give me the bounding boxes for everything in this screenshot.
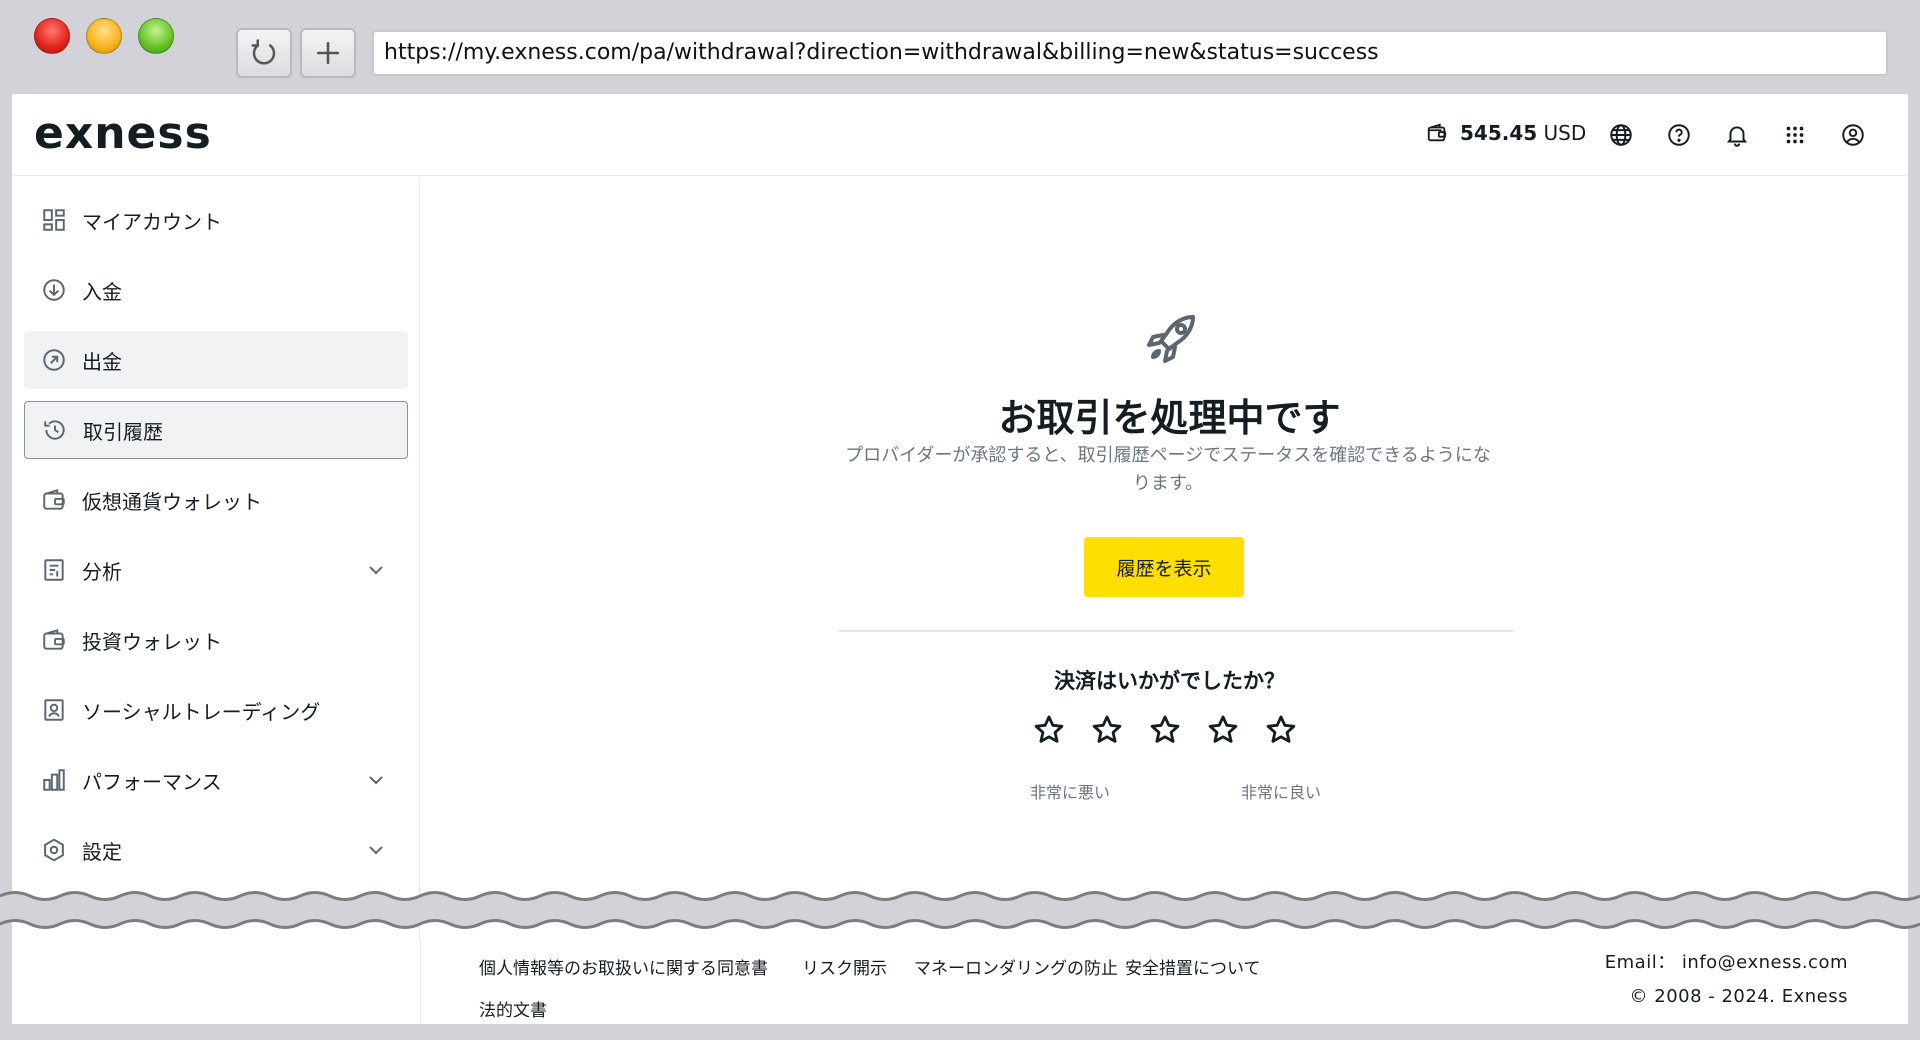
sidebar-item-label: 取引履歴 xyxy=(83,419,163,444)
sidebar-item-deposit[interactable]: 入金 xyxy=(24,261,408,319)
chevron-down-icon[interactable] xyxy=(364,558,388,582)
star-icon xyxy=(1266,715,1296,743)
sidebar-item-my-account[interactable]: マイアカウント xyxy=(24,191,408,249)
rating-star-1[interactable] xyxy=(1032,713,1066,747)
plus-icon xyxy=(316,41,340,65)
help-button[interactable] xyxy=(1666,122,1692,148)
page-title: お取引を処理中です xyxy=(998,396,1341,440)
balance-amount: 545.45 xyxy=(1460,121,1538,145)
browser-chrome: https://my.exness.com/pa/withdrawal?dire… xyxy=(0,0,1920,94)
window-controls xyxy=(34,18,174,54)
language-button[interactable] xyxy=(1608,122,1634,148)
contact-email[interactable]: Email： info@exness.com xyxy=(1605,948,1848,974)
top-bar: exness 545.45 USD xyxy=(12,94,1908,176)
sidebar-item-label: 入金 xyxy=(82,279,122,304)
deposit-icon xyxy=(40,276,68,304)
wallet-icon xyxy=(40,486,68,514)
footer-link-security-measures[interactable]: 安全措置について xyxy=(1125,954,1261,979)
reload-button[interactable] xyxy=(236,28,292,78)
chart-icon xyxy=(40,766,68,794)
sidebar-item-label: ソーシャルトレーディング xyxy=(82,699,321,724)
sidebar-item-withdrawal[interactable]: 出金 xyxy=(24,331,408,389)
footer: 個人情報等のお取扱いに関する同意書 リスク開示 マネーロンダリングの防止 安全措… xyxy=(12,940,1908,1024)
reload-icon xyxy=(251,39,276,65)
history-icon xyxy=(41,416,69,444)
star-icon xyxy=(1034,715,1064,743)
star-icon xyxy=(1092,715,1122,743)
sidebar-item-social-trading[interactable]: ソーシャルトレーディング xyxy=(24,681,408,739)
sidebar-item-label: パフォーマンス xyxy=(82,769,222,794)
balance-widget[interactable]: 545.45 USD xyxy=(1426,121,1586,145)
maximize-window-button[interactable] xyxy=(138,18,174,54)
rating-high-label: 非常に良い xyxy=(1241,783,1322,802)
wallet-icon xyxy=(40,626,68,654)
exness-logo[interactable]: exness xyxy=(34,108,212,159)
footer-link-privacy-consent[interactable]: 個人情報等のお取扱いに関する同意書 xyxy=(479,954,768,979)
rocket-icon xyxy=(1147,315,1195,363)
minimize-window-button[interactable] xyxy=(86,18,122,54)
address-bar[interactable]: https://my.exness.com/pa/withdrawal?dire… xyxy=(372,30,1888,76)
sidebar-item-settings[interactable]: 設定 xyxy=(24,821,408,879)
sidebar-item-crypto-wallet[interactable]: 仮想通貨ウォレット xyxy=(24,471,408,529)
view-history-button[interactable]: 履歴を表示 xyxy=(1084,537,1244,597)
close-window-button[interactable] xyxy=(34,18,70,54)
chevron-down-icon[interactable] xyxy=(364,838,388,862)
help-icon xyxy=(1668,124,1690,146)
new-tab-button[interactable] xyxy=(300,28,356,78)
chevron-down-icon[interactable] xyxy=(364,768,388,792)
profile-button[interactable] xyxy=(1840,122,1866,148)
rating-star-3[interactable] xyxy=(1148,713,1182,747)
bell-icon xyxy=(1726,126,1748,147)
settings-icon xyxy=(40,836,68,864)
sidebar-item-label: 出金 xyxy=(82,349,122,374)
notifications-button[interactable] xyxy=(1724,122,1750,148)
sidebar-item-performance[interactable]: パフォーマンス xyxy=(24,751,408,809)
divider xyxy=(839,630,1513,632)
footer-link-risk-disclosure[interactable]: リスク開示 xyxy=(802,954,887,979)
apps-button[interactable] xyxy=(1782,122,1808,148)
rating-star-4[interactable] xyxy=(1206,713,1240,747)
copyright: © 2008 - 2024. Exness xyxy=(1629,986,1848,1007)
star-icon xyxy=(1208,715,1238,743)
sidebar-item-history[interactable]: 取引履歴 xyxy=(24,401,408,459)
rating-question: 決済はいかがでしたか？ xyxy=(1054,669,1285,693)
social-trading-icon xyxy=(40,696,68,724)
sidebar-item-label: マイアカウント xyxy=(82,209,222,234)
rating-low-label: 非常に悪い xyxy=(1030,783,1111,802)
globe-icon xyxy=(1610,124,1632,146)
rating-stars xyxy=(1032,713,1298,747)
rating-star-5[interactable] xyxy=(1264,713,1298,747)
analytics-icon xyxy=(40,556,68,584)
sidebar-item-label: 投資ウォレット xyxy=(82,629,222,654)
status-description: プロバイダーが承認すると、取引履歴ページでステータスを確認できるようになります。 xyxy=(845,445,1491,494)
footer-link-anti-money-laundering[interactable]: マネーロンダリングの防止 xyxy=(914,954,1118,979)
sidebar-border xyxy=(420,940,421,1024)
dashboard-icon xyxy=(40,206,68,234)
wallet-icon xyxy=(1427,123,1447,142)
user-avatar-icon xyxy=(1842,124,1864,146)
footer-link-legal-documents[interactable]: 法的文書 xyxy=(479,996,547,1021)
sidebar-item-label: 仮想通貨ウォレット xyxy=(82,489,262,514)
withdraw-icon xyxy=(40,346,68,374)
sidebar-item-label: 設定 xyxy=(82,839,122,864)
sidebar-item-label: 分析 xyxy=(82,559,122,584)
balance-currency: USD xyxy=(1543,121,1587,145)
apps-grid-icon xyxy=(1786,126,1804,144)
sidebar-item-analytics[interactable]: 分析 xyxy=(24,541,408,599)
rating-star-2[interactable] xyxy=(1090,713,1124,747)
star-icon xyxy=(1150,715,1180,743)
sidebar-item-investment-wallet[interactable]: 投資ウォレット xyxy=(24,611,408,669)
